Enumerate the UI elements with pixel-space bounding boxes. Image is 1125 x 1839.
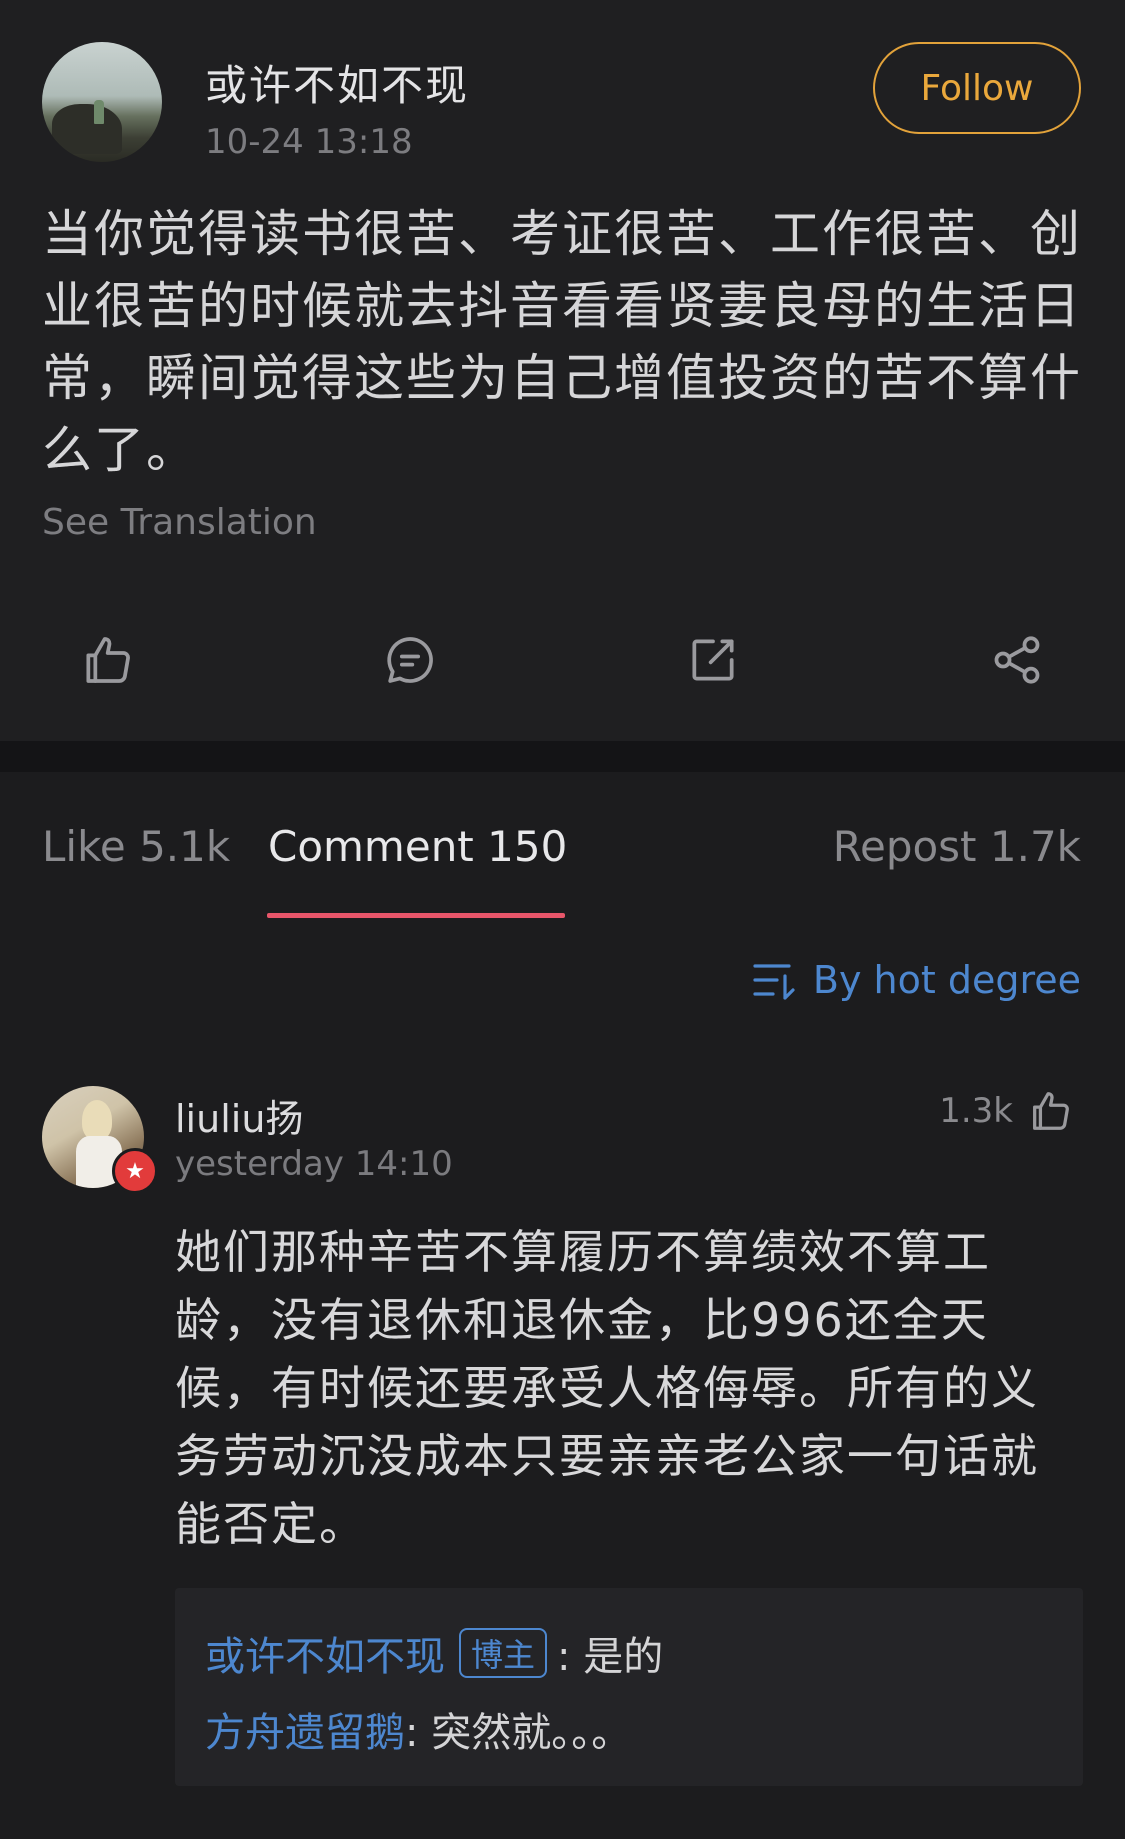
- active-tab-indicator: [267, 913, 565, 918]
- reply-username[interactable]: 或许不如不现: [205, 1624, 445, 1682]
- tab-like[interactable]: Like 5.1k: [42, 822, 230, 871]
- comment-icon: [387, 637, 433, 683]
- repost-button[interactable]: [683, 630, 743, 690]
- share-button[interactable]: [987, 630, 1047, 690]
- post-time: 10-24 13:18: [205, 122, 413, 162]
- sort-icon: [753, 964, 795, 1000]
- avatar-figure: [94, 100, 104, 124]
- verified-badge: ★: [112, 1148, 158, 1194]
- reply-text: : 是的: [557, 1634, 664, 1680]
- reply-text: : 突然就。。。: [405, 1710, 632, 1756]
- post-card: 或许不如不现 10-24 13:18 Follow 当你觉得读书很苦、考证很苦、…: [0, 0, 1125, 741]
- replies-box[interactable]: 或许不如不现 博主 : 是的 方舟遗留鹅 : 突然就。。。: [175, 1588, 1083, 1786]
- comment-like-button[interactable]: 1.3k: [939, 1088, 1073, 1134]
- sort-by-hot-button[interactable]: By hot degree: [753, 958, 1081, 1002]
- reply-username[interactable]: 方舟遗留鹅: [205, 1700, 405, 1758]
- poster-avatar[interactable]: [42, 42, 162, 162]
- see-translation-link[interactable]: See Translation: [42, 502, 317, 543]
- poster-username[interactable]: 或许不如不现: [205, 52, 469, 113]
- like-button[interactable]: [77, 630, 137, 690]
- section-divider: [0, 741, 1125, 772]
- tab-repost[interactable]: Repost 1.7k: [833, 822, 1081, 871]
- post-text: 当你觉得读书很苦、考证很苦、工作很苦、创业很苦的时候就去抖音看看贤妻良母的生活日…: [42, 205, 1082, 479]
- avatar-hair: [82, 1100, 112, 1140]
- star-icon: ★: [125, 1158, 145, 1184]
- sort-label: By hot degree: [812, 958, 1081, 1002]
- comment-time: yesterday 14:10: [175, 1144, 453, 1184]
- commenter-username[interactable]: liuliu扬: [175, 1088, 303, 1143]
- avatar-rock: [52, 104, 122, 154]
- tab-comment[interactable]: Comment 150: [268, 822, 567, 871]
- reply-item: 或许不如不现 博主 : 是的: [205, 1624, 663, 1682]
- like-icon: [1033, 1092, 1069, 1130]
- comment-like-count: 1.3k: [939, 1091, 1013, 1131]
- like-icon: [86, 637, 130, 683]
- author-tag-badge: 博主: [459, 1628, 548, 1678]
- reply-item: 方舟遗留鹅 : 突然就。。。: [205, 1700, 631, 1758]
- comment-button[interactable]: [380, 630, 440, 690]
- share-icon: [994, 636, 1040, 684]
- comment-text: 她们那种辛苦不算履历不算绩效不算工龄，没有退休和退休金，比996还全天候，有时候…: [175, 1225, 1039, 1551]
- repost-icon: [692, 639, 734, 681]
- follow-button[interactable]: Follow: [873, 42, 1081, 134]
- tab-bar: Like 5.1k Comment 150 Repost 1.7k: [0, 772, 1125, 920]
